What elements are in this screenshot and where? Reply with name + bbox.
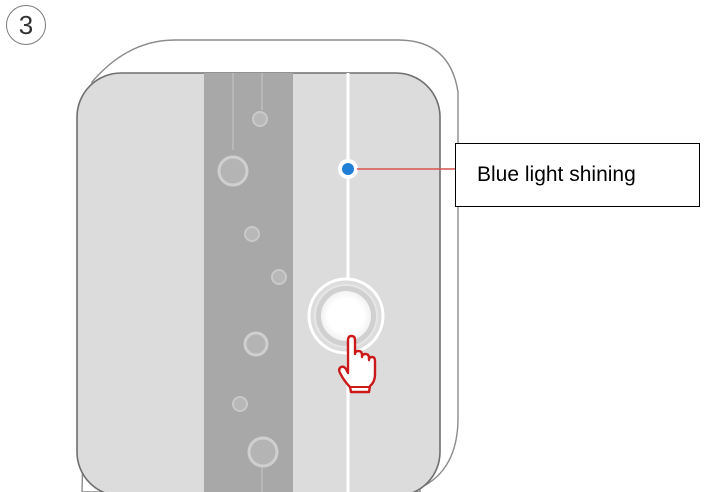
strip-dot (252, 111, 268, 127)
strip-dot (217, 155, 249, 187)
round-push-button-icon[interactable] (321, 291, 371, 341)
device-illustration (76, 39, 459, 492)
strip-dot (244, 226, 260, 242)
strip-dot (243, 331, 269, 357)
callout-label: Blue light shining (477, 163, 636, 186)
blue-led-icon (342, 163, 354, 175)
strip-dot (232, 396, 248, 412)
diagram-stage: 3 Blue light shining (0, 0, 709, 492)
strip-dot (271, 269, 287, 285)
strip-dot (247, 436, 279, 468)
callout-box: Blue light shining (455, 143, 700, 207)
